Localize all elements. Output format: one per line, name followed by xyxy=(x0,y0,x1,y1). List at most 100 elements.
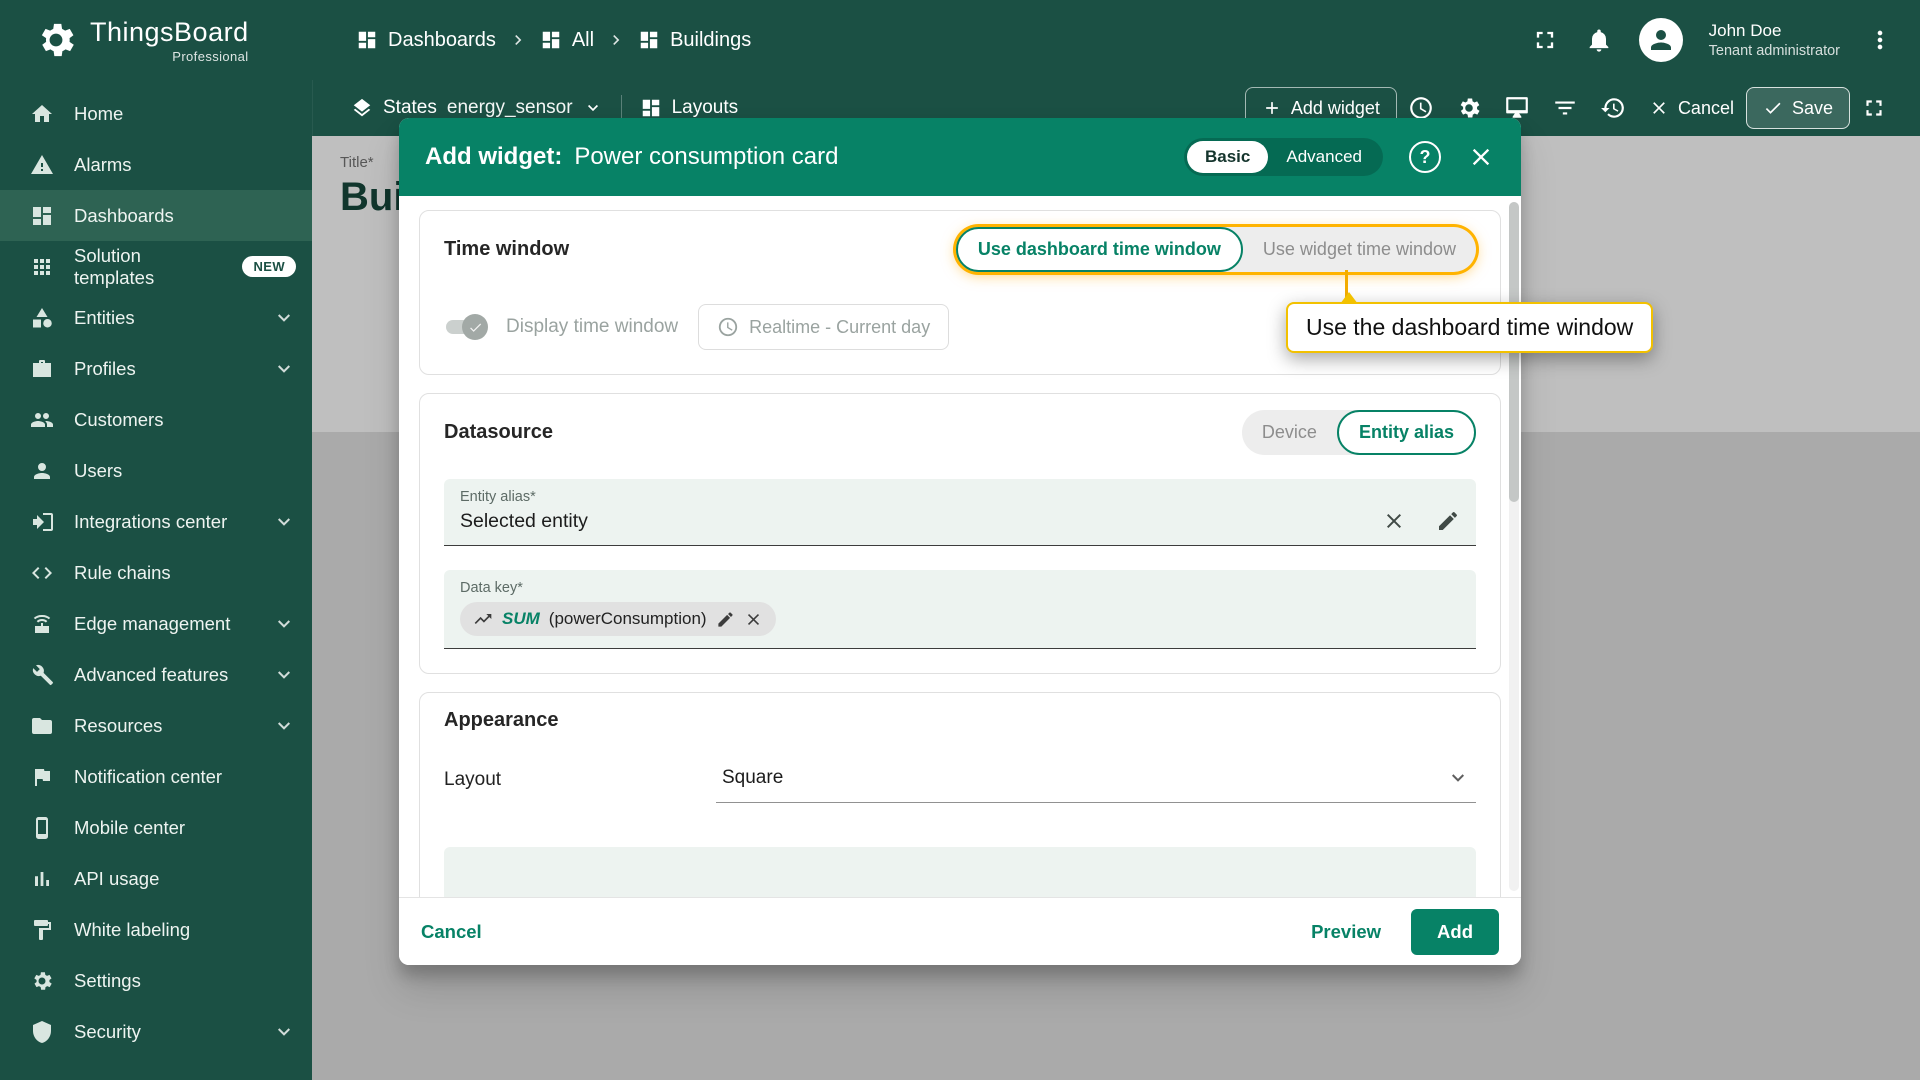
breadcrumb-buildings[interactable]: Buildings xyxy=(638,29,751,52)
time-window-source-toggle: Use dashboard time window Use widget tim… xyxy=(955,227,1476,272)
version-history-icon[interactable] xyxy=(1600,95,1626,121)
solution-templates-icon xyxy=(30,255,54,279)
sidebar-item-alarms[interactable]: Alarms xyxy=(0,139,312,190)
sidebar-item-edge-management[interactable]: Edge management xyxy=(0,598,312,649)
data-key-argument: (powerConsumption) xyxy=(548,609,707,628)
sidebar-item-label: Security xyxy=(74,1020,141,1042)
help-button[interactable]: ? xyxy=(1409,141,1441,173)
sidebar-item-label: Notification center xyxy=(74,765,223,787)
dashboards-icon xyxy=(540,29,562,51)
profiles-icon xyxy=(30,357,54,381)
mode-basic-button[interactable]: Basic xyxy=(1187,141,1269,173)
sidebar-item-label: Edge management xyxy=(74,612,231,634)
sidebar-item-integrations-center[interactable]: Integrations center xyxy=(0,496,312,547)
white-labeling-icon xyxy=(30,918,54,942)
sidebar-item-profiles[interactable]: Profiles xyxy=(0,343,312,394)
sidebar-item-label: Alarms xyxy=(74,153,132,175)
dashboards-icon xyxy=(30,204,54,228)
app-name: ThingsBoard xyxy=(90,16,249,47)
save-button[interactable]: Save xyxy=(1745,87,1850,129)
clear-entity-alias-icon[interactable] xyxy=(1382,509,1406,533)
mode-advanced-button[interactable]: Advanced xyxy=(1268,141,1380,173)
sidebar-item-security[interactable]: Security xyxy=(0,1006,312,1057)
sidebar-item-resources[interactable]: Resources xyxy=(0,700,312,751)
use-widget-time-window-button[interactable]: Use widget time window xyxy=(1243,227,1476,272)
close-dialog-icon[interactable] xyxy=(1467,143,1495,171)
sidebar-item-mobile-center[interactable]: Mobile center xyxy=(0,802,312,853)
kebab-menu-icon[interactable] xyxy=(1866,26,1894,54)
fullscreen-icon[interactable] xyxy=(1861,95,1887,121)
dialog-title: Add widget: Power consumption card xyxy=(425,143,838,171)
sidebar-item-users[interactable]: Users xyxy=(0,445,312,496)
edit-data-key-pencil-icon[interactable] xyxy=(716,610,735,629)
dialog-cancel-button[interactable]: Cancel xyxy=(421,921,482,943)
chevron-right-icon xyxy=(508,30,528,50)
states-selector[interactable]: States energy_sensor xyxy=(351,97,603,119)
data-key-chip[interactable]: SUM (powerConsumption) xyxy=(460,602,776,636)
clock-icon xyxy=(717,316,739,338)
dialog-add-button[interactable]: Add xyxy=(1411,908,1499,955)
user-info[interactable]: John Doe Tenant administrator xyxy=(1709,20,1840,59)
sidebar-item-label: Integrations center xyxy=(74,510,228,532)
sidebar-item-customers[interactable]: Customers xyxy=(0,394,312,445)
chevron-down-icon xyxy=(272,510,296,534)
avatar[interactable] xyxy=(1638,18,1683,62)
realtime-current-day-button[interactable]: Realtime - Current day xyxy=(698,304,950,350)
check-icon xyxy=(468,320,483,335)
sidebar-item-settings[interactable]: Settings xyxy=(0,955,312,1006)
layouts-button[interactable]: Layouts xyxy=(640,97,738,119)
app-logo[interactable]: ThingsBoard Professional xyxy=(0,17,312,64)
edit-entity-alias-pencil-icon[interactable] xyxy=(1436,509,1460,533)
breadcrumb: Dashboards All Buildings xyxy=(356,29,751,52)
layouts-icon xyxy=(640,97,662,119)
filter-icon[interactable] xyxy=(1552,95,1578,121)
sidebar-item-rule-chains[interactable]: Rule chains xyxy=(0,547,312,598)
sidebar-item-label: Mobile center xyxy=(74,816,186,838)
chevron-down-icon xyxy=(272,357,296,381)
sidebar-item-notification-center[interactable]: Notification center xyxy=(0,751,312,802)
cancel-edit-button[interactable]: Cancel xyxy=(1637,87,1746,129)
data-key-field[interactable]: Data key* SUM (powerConsumption) xyxy=(444,570,1476,649)
dashboards-icon xyxy=(356,29,378,51)
sidebar-item-label: Dashboards xyxy=(74,204,174,226)
dashboards-icon xyxy=(638,29,660,51)
sidebar-item-solution-templates[interactable]: Solution templates NEW xyxy=(0,241,312,292)
use-dashboard-time-window-button[interactable]: Use dashboard time window xyxy=(955,227,1243,272)
app-edition: Professional xyxy=(172,48,249,64)
chevron-down-icon xyxy=(1446,766,1470,790)
entity-alias-field[interactable]: Entity alias* Selected entity xyxy=(444,479,1476,546)
sidebar-item-label: Entities xyxy=(74,306,135,328)
breadcrumb-label: Buildings xyxy=(670,28,752,51)
sidebar-item-dashboards[interactable]: Dashboards xyxy=(0,190,312,241)
layout-select[interactable]: Square xyxy=(716,756,1476,803)
add-widget-dialog: Add widget: Power consumption card Basic… xyxy=(399,118,1654,965)
sidebar-item-entities[interactable]: Entities xyxy=(0,292,312,343)
chevron-down-icon xyxy=(272,612,296,636)
customers-icon xyxy=(30,408,54,432)
device-option-button[interactable]: Device xyxy=(1242,410,1337,455)
entity-alias-label: Entity alias* xyxy=(460,489,536,505)
breadcrumb-all[interactable]: All xyxy=(540,29,594,52)
states-label: States xyxy=(383,97,437,118)
notifications-bell-icon[interactable] xyxy=(1585,26,1613,54)
display-time-window-toggle[interactable] xyxy=(444,314,488,340)
logo-gear-icon xyxy=(34,18,78,62)
sidebar-item-api-usage[interactable]: API usage xyxy=(0,853,312,904)
time-window-title: Time window xyxy=(444,238,570,260)
layout-selected-value: Square xyxy=(722,767,784,788)
remove-data-key-icon[interactable] xyxy=(744,610,763,629)
sidebar: Home Alarms Dashboards Solution template… xyxy=(0,80,312,1080)
alarm-icon xyxy=(30,153,54,177)
layers-icon xyxy=(351,97,373,119)
save-label: Save xyxy=(1791,97,1833,118)
sidebar-item-white-labeling[interactable]: White labeling xyxy=(0,904,312,955)
dialog-preview-button[interactable]: Preview xyxy=(1311,921,1381,943)
fullscreen-icon[interactable] xyxy=(1531,26,1559,54)
layout-label: Layout xyxy=(444,769,502,790)
sidebar-item-advanced-features[interactable]: Advanced features xyxy=(0,649,312,700)
dialog-title-prefix: Add widget: xyxy=(425,143,563,170)
sidebar-item-home[interactable]: Home xyxy=(0,88,312,139)
breadcrumb-dashboards[interactable]: Dashboards xyxy=(356,29,496,52)
entity-alias-option-button[interactable]: Entity alias xyxy=(1336,410,1476,455)
trending-up-icon xyxy=(473,609,493,629)
